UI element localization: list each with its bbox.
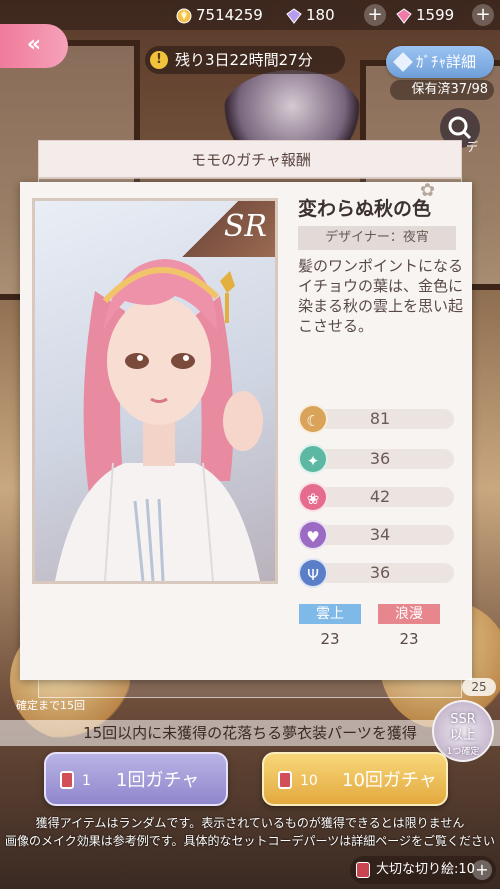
tag-value-unjou: 23 (320, 630, 340, 648)
add-diamond-button[interactable]: + (364, 4, 386, 26)
pink-diamond-icon (396, 7, 412, 24)
single-gacha-button[interactable]: 1 1回ガチャ (44, 752, 228, 806)
ssr-badge-line1: SSR (450, 712, 476, 727)
tag-label-unjou: 雲上 (299, 604, 361, 624)
confirm-note: 確定まで15回 (16, 699, 85, 712)
stat-value: 34 (369, 525, 391, 544)
ticket-label: 大切な切り絵:10 (376, 862, 475, 877)
ticket-counter: 大切な切り絵:10 + (350, 856, 496, 884)
character-illustration (55, 259, 263, 581)
pink-diamond-value: 1599 (416, 6, 455, 24)
cool-icon: Ψ (298, 558, 328, 588)
ten-gacha-label: 10回ガチャ (342, 770, 437, 791)
gacha-detail-label: ｶﾞﾁｬ詳細 (416, 53, 477, 71)
notice-line: 画像のメイク効果は参考例です。具体的なセットコーデパーツは詳細ページをご覧くださ… (4, 834, 496, 848)
exclamation-icon: ! (150, 51, 168, 69)
stat-sexy: ♥ 34 (298, 520, 454, 550)
ticket-icon (278, 771, 292, 789)
stat-elegant: ☾ 81 (298, 404, 454, 434)
sweet-icon: ❀ (298, 482, 328, 512)
gacha-detail-button[interactable]: ｶﾞﾁｬ詳細 (386, 46, 494, 78)
diamond-value: 180 (306, 6, 335, 24)
diamond-icon (393, 52, 413, 72)
notice-line: 獲得アイテムはランダムです。表示されているものが獲得できるとは限りません (35, 816, 465, 830)
event-timer: ! 残り3日22時間27分 (145, 46, 345, 74)
coin-value: 7514259 (196, 6, 263, 24)
timer-text: 残り3日22時間27分 (175, 51, 313, 69)
tag-value-roman: 23 (399, 630, 419, 648)
reward-card: ✿ SR 変わらぬ秋の色 デザイナー：夜宵 髪のワンポイントになるイチョウの葉は… (20, 180, 472, 680)
stat-sweet: ❀ 42 (298, 482, 454, 512)
stat-value: 81 (369, 409, 391, 428)
panel-title: モモのガチャ報酬 (191, 151, 311, 169)
single-gacha-label: 1回ガチャ (116, 770, 200, 791)
coin-icon (176, 7, 192, 24)
ten-gacha-button[interactable]: 10 10回ガチャ (262, 752, 448, 806)
stat-value: 36 (369, 563, 391, 582)
add-pink-diamond-button[interactable]: + (472, 4, 494, 26)
item-name: 変わらぬ秋の色 (298, 198, 432, 220)
character-portrait: SR (32, 198, 278, 584)
owned-count: 保有済37/98 (390, 80, 494, 100)
fresh-icon: ✦ (298, 444, 328, 474)
elegant-icon: ☾ (298, 404, 328, 434)
rarity-badge: SR (177, 201, 275, 257)
paper-cut-ticket-icon (356, 862, 370, 878)
sexy-icon: ♥ (298, 520, 328, 550)
single-gacha-cost: 1 (82, 773, 91, 789)
diamond-icon (286, 7, 302, 24)
tag-label-roman: 浪漫 (378, 604, 440, 624)
stat-value: 42 (369, 487, 391, 506)
back-button[interactable]: « (0, 24, 68, 68)
guarantee-info-text: 15回以内に未獲得の花落ちる夢衣装パーツを獲得 (83, 724, 417, 742)
stat-cool: Ψ 36 (298, 558, 454, 588)
ten-gacha-cost: 10 (300, 773, 318, 789)
item-description: 髪のワンポイントになるイチョウの葉は、金色に染まる秋の雲上を思い起こさせる。 (298, 257, 464, 335)
designer-label: デザイナー：夜宵 (298, 226, 456, 250)
add-ticket-button[interactable]: + (472, 860, 492, 880)
pity-counter: 25 (462, 678, 496, 696)
side-label: デ (466, 140, 479, 154)
diamond-counter: 180 (282, 3, 360, 27)
coin-counter: 7514259 (172, 3, 272, 27)
ticket-icon (60, 771, 74, 789)
ssr-badge-line2: 以上 (449, 728, 476, 743)
stat-value: 36 (369, 449, 391, 468)
pink-diamond-counter: 1599 (392, 3, 466, 27)
stat-fresh: ✦ 36 (298, 444, 454, 474)
reward-panel-header: モモのガチャ報酬 (38, 140, 462, 178)
